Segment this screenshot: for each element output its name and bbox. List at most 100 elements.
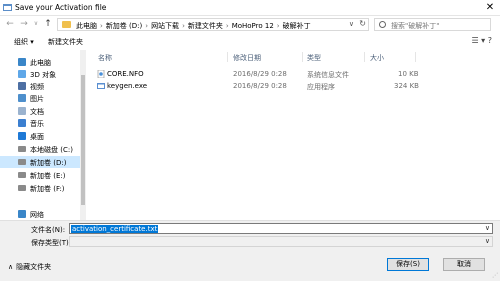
column-header-size[interactable]: 大小 [370,53,384,63]
breadcrumb-separator: › [225,22,229,30]
file-name: CORE.NFO [107,70,144,78]
view-options-icon[interactable]: ☰ ▾ ? [471,36,492,45]
app-icon [3,4,12,11]
refresh-icon[interactable]: ↻ [359,19,366,28]
computer-icon [18,58,26,66]
breadcrumb: 此电脑 › 新加卷 (D:) › 网站下载 › 新建文件夹 › MoHoPro 12 › 破解补丁 [76,21,311,31]
drive-icon [18,159,26,165]
search-icon [379,21,386,28]
filename-input[interactable]: activation_certificate.txt ∨ [69,223,493,234]
sidebar-item-3d-objects[interactable]: 3D 对象 [0,68,80,80]
filename-value: activation_certificate.txt [71,225,159,233]
search-input[interactable]: 搜索"破解补丁" [374,18,491,31]
new-folder-button[interactable]: 新建文件夹 [48,37,83,47]
column-divider[interactable] [227,52,228,62]
exe-file-icon [97,83,105,89]
breadcrumb-item[interactable]: 此电脑 [76,22,97,30]
drive-icon [18,172,26,178]
sidebar-item-label: 网络 [30,211,44,219]
title-bar: Save your Activation file ✕ [0,0,500,16]
window-title: Save your Activation file [15,3,107,12]
sidebar-item-label: 文档 [30,108,44,116]
file-type: 系统信息文件 [307,71,349,79]
sidebar-item-network[interactable]: 网络 [0,208,80,220]
sidebar-item-desktop[interactable]: 桌面 [0,130,80,142]
sidebar-item-music[interactable]: 音乐 [0,117,80,129]
address-input[interactable]: 此电脑 › 新加卷 (D:) › 网站下载 › 新建文件夹 › MoHoPro 12 › 破解补丁 … [57,18,369,31]
breadcrumb-separator: › [145,22,149,30]
sidebar-item-drive-e[interactable]: 新加卷 (E:) [0,169,80,181]
sidebar-item-drive-d[interactable]: 新加卷 (D:) [0,156,80,168]
file-size: 10 KB [398,70,419,78]
file-type: 应用程序 [307,83,335,91]
breadcrumb-item[interactable]: MoHoPro 12 [232,22,274,30]
recent-locations-button[interactable]: ∨ [31,19,41,29]
resize-grip[interactable]: ⋰ [492,272,498,279]
cancel-button[interactable]: 取消 [443,258,485,271]
column-header-modified[interactable]: 修改日期 [233,53,261,63]
documents-icon [18,107,26,115]
folder-icon [62,21,71,28]
sidebar-item-label: 新加卷 (D:) [30,159,67,167]
network-icon [18,210,26,218]
sidebar-item-documents[interactable]: 文档 [0,105,80,117]
breadcrumb-item[interactable]: 新加卷 (D:) [106,22,142,30]
filetype-select[interactable]: ∨ [69,236,493,247]
sidebar-item-drive-c[interactable]: 本地磁盘 (C:) [0,143,80,155]
file-list: 名称 修改日期 类型 大小 CORE.NFO 2016/8/29 0:28 系统… [87,50,500,220]
address-dropdown-icon[interactable]: ∨ [349,20,354,28]
music-icon [18,119,26,127]
sidebar-item-label: 3D 对象 [30,71,57,79]
sidebar-item-label: 本地磁盘 (C:) [30,146,73,154]
sidebar-item-label: 图片 [30,95,44,103]
sidebar-item-this-pc[interactable]: 此电脑 [0,56,80,68]
column-header-name[interactable]: 名称 [98,53,112,63]
hide-folders-toggle[interactable]: ∧ 隐藏文件夹 [8,262,51,272]
sidebar-item-pictures[interactable]: 图片 [0,92,80,104]
chevron-down-icon[interactable]: ∨ [485,224,490,232]
sidebar-item-drive-f[interactable]: 新加卷 (F:) [0,182,80,194]
breadcrumb-separator: › [100,22,103,30]
organize-button[interactable]: 组织 ▾ [14,37,34,47]
file-modified: 2016/8/29 0:28 [233,82,287,90]
back-button[interactable]: ← [5,19,15,29]
drive-icon [18,146,26,152]
chevron-down-icon[interactable]: ∨ [485,237,490,245]
3d-objects-icon [18,70,26,78]
sidebar-item-label: 此电脑 [30,59,51,67]
breadcrumb-item[interactable]: 网站下载 [151,22,179,30]
filename-label: 文件名(N): [31,226,66,234]
save-panel: 文件名(N): activation_certificate.txt ∨ 保存类… [0,220,500,281]
sidebar-item-videos[interactable]: 视频 [0,80,80,92]
sidebar-item-label: 桌面 [30,133,44,141]
navigation-pane: 此电脑 3D 对象 视频 图片 文档 音乐 桌面 本地磁盘 (C:) 新加卷 (… [0,50,86,220]
column-divider[interactable] [302,52,303,62]
close-button[interactable]: ✕ [483,1,497,14]
up-button[interactable]: ↑ [43,19,53,29]
command-bar: 组织 ▾ 新建文件夹 ☰ ▾ ? [0,33,500,50]
file-modified: 2016/8/29 0:28 [233,70,287,78]
chevron-up-icon: ∧ [8,263,14,271]
breadcrumb-separator: › [182,22,185,30]
video-icon [18,82,26,90]
desktop-icon [18,132,26,140]
file-row[interactable]: CORE.NFO 2016/8/29 0:28 系统信息文件 10 KB [93,68,493,80]
save-button[interactable]: 保存(S) [387,258,429,271]
sidebar-scrollbar-thumb[interactable] [81,75,85,205]
hide-folders-label: 隐藏文件夹 [16,263,52,271]
sidebar-item-label: 视频 [30,83,44,91]
column-divider[interactable] [415,52,416,62]
nfo-file-icon [97,70,105,78]
breadcrumb-item[interactable]: 新建文件夹 [188,22,223,30]
search-placeholder: 搜索"破解补丁" [391,22,440,30]
file-name: keygen.exe [107,82,148,90]
column-divider[interactable] [364,52,365,62]
breadcrumb-item[interactable]: 破解补丁 [283,22,311,30]
file-row[interactable]: keygen.exe 2016/8/29 0:28 应用程序 324 KB [93,80,493,92]
pictures-icon [18,94,26,102]
column-header-type[interactable]: 类型 [307,53,321,63]
drive-icon [18,185,26,191]
forward-button[interactable]: → [19,19,29,29]
sidebar-item-label: 音乐 [30,120,44,128]
sidebar-scrollbar[interactable] [80,50,86,220]
